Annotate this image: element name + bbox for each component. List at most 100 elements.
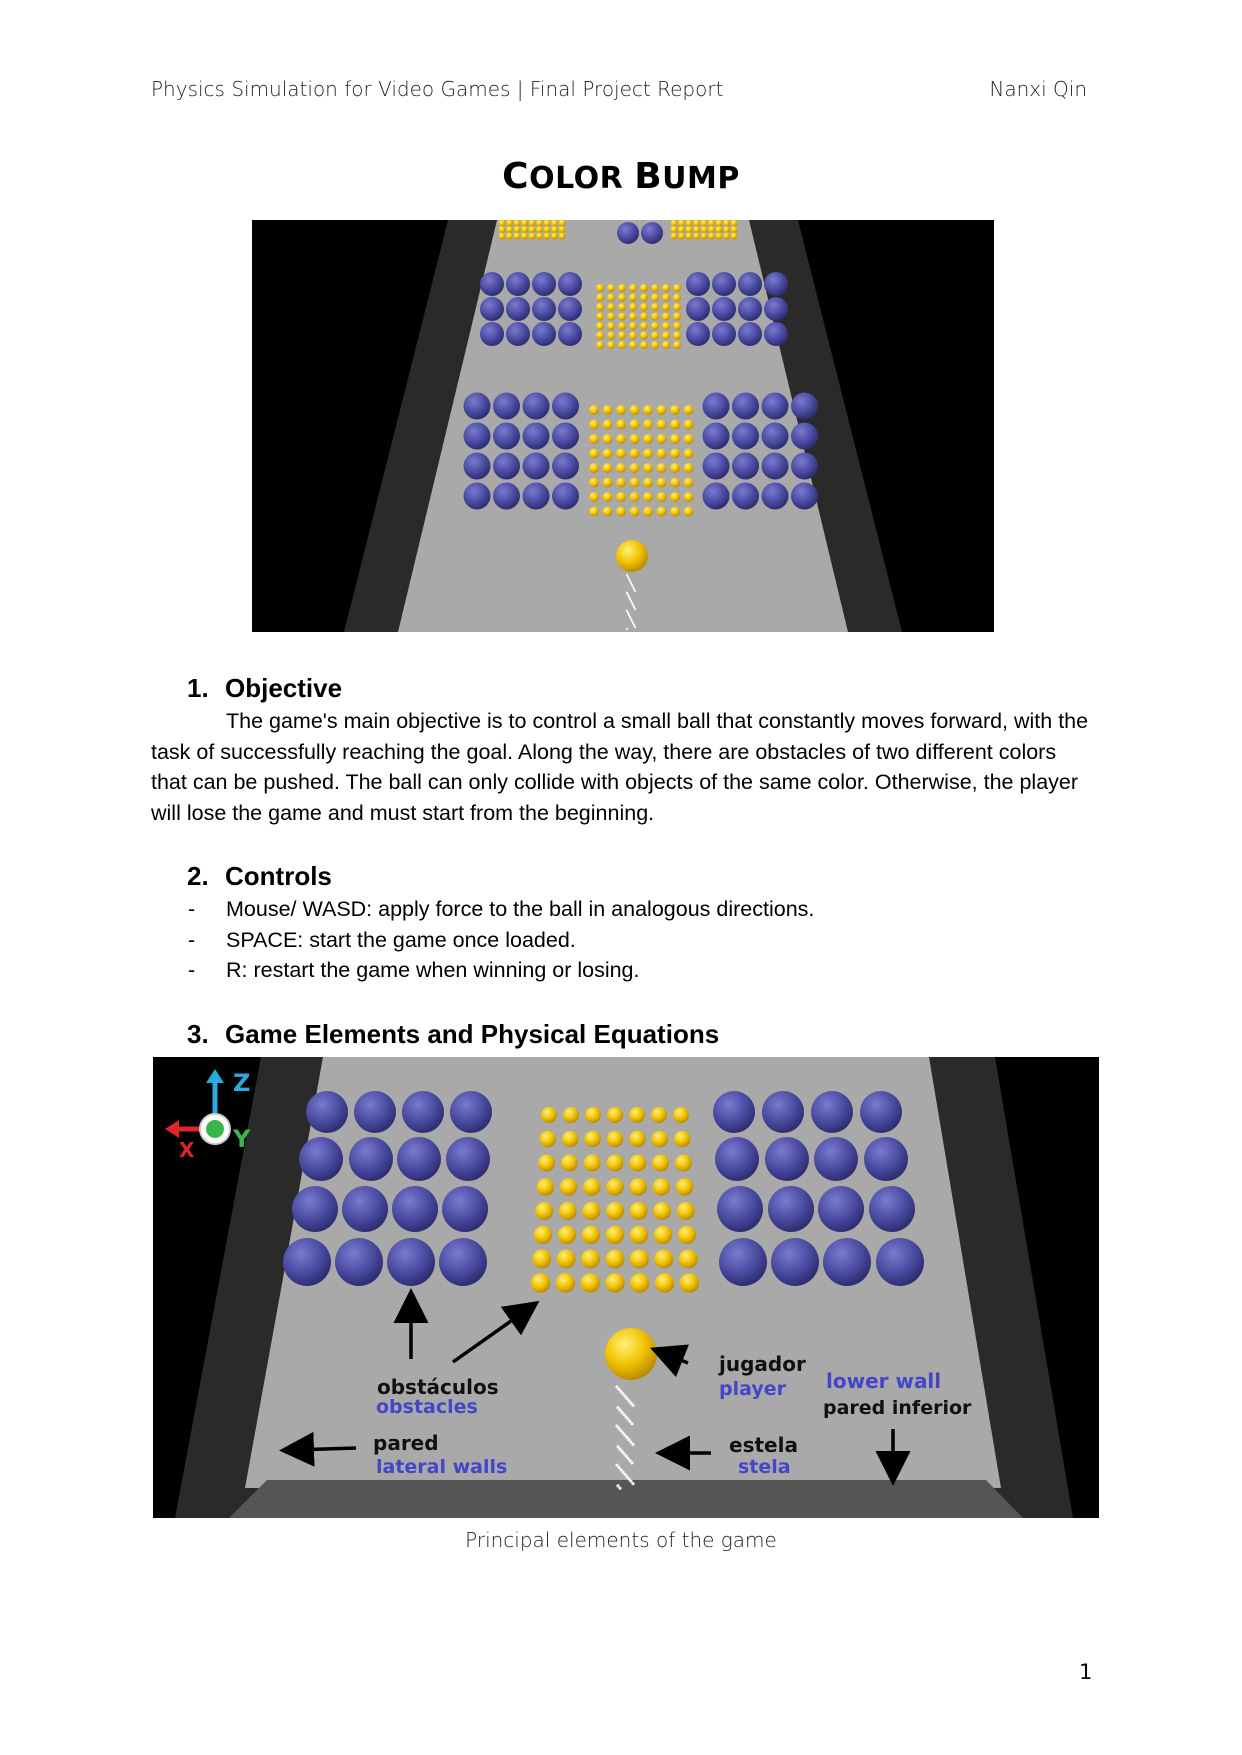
title-cap-2: B bbox=[634, 156, 663, 197]
player-ball bbox=[616, 540, 648, 572]
blue-ball bbox=[712, 272, 736, 296]
small-yellow-ball bbox=[643, 492, 653, 502]
section-heading-objective: 1. Objective bbox=[187, 673, 343, 703]
small-yellow-ball bbox=[528, 226, 536, 233]
page-title: COLOR BUMP bbox=[0, 156, 1242, 197]
blue-ball bbox=[702, 392, 730, 420]
small-yellow-ball bbox=[629, 492, 640, 502]
small-yellow-ball bbox=[629, 434, 640, 444]
small-yellow-ball bbox=[532, 1249, 552, 1269]
small-yellow-ball bbox=[662, 322, 670, 330]
section-heading-game-elements: 3. Game Elements and Physical Equations bbox=[187, 1019, 720, 1049]
lower-wall bbox=[229, 1480, 1023, 1518]
small-yellow-ball bbox=[558, 232, 566, 240]
blue-ball bbox=[506, 322, 530, 346]
small-yellow-ball bbox=[521, 226, 528, 233]
blue-ball bbox=[506, 272, 530, 296]
small-yellow-ball bbox=[629, 312, 637, 321]
small-yellow-ball bbox=[606, 1154, 624, 1172]
small-yellow-ball bbox=[643, 506, 653, 517]
small-yellow-ball bbox=[640, 284, 648, 292]
small-yellow-ball bbox=[605, 1249, 625, 1269]
small-yellow-ball bbox=[708, 232, 715, 240]
small-yellow-ball bbox=[596, 284, 604, 292]
blue-ball bbox=[558, 272, 582, 296]
blue-ball bbox=[811, 1091, 853, 1133]
label-walls-es: pared bbox=[373, 1431, 439, 1455]
small-yellow-ball bbox=[730, 226, 738, 233]
small-yellow-ball bbox=[541, 1107, 557, 1123]
small-yellow-ball bbox=[513, 226, 521, 233]
blue-ball bbox=[442, 1186, 488, 1232]
axis-label-y: Y bbox=[232, 1125, 251, 1153]
small-yellow-ball bbox=[673, 1130, 691, 1148]
blue-ball bbox=[532, 272, 556, 296]
blue-ball bbox=[342, 1186, 388, 1232]
small-yellow-ball bbox=[673, 293, 681, 302]
small-yellow-ball bbox=[538, 1154, 556, 1172]
page-number: 1 bbox=[1079, 1660, 1093, 1684]
small-yellow-ball bbox=[629, 322, 637, 330]
small-yellow-ball bbox=[662, 312, 670, 321]
blue-ball bbox=[768, 1186, 814, 1232]
small-yellow-ball bbox=[683, 419, 694, 430]
blue-ball bbox=[480, 322, 504, 346]
small-yellow-ball bbox=[616, 419, 626, 430]
blue-ball bbox=[335, 1238, 383, 1286]
small-yellow-ball bbox=[530, 1273, 551, 1293]
small-yellow-ball bbox=[643, 405, 653, 415]
blue-ball bbox=[876, 1238, 924, 1286]
label-lower-wall-es: pared inferior bbox=[823, 1397, 972, 1419]
small-yellow-ball bbox=[580, 1273, 600, 1293]
blue-ball bbox=[717, 1186, 763, 1232]
controls-list: - Mouse/ WASD: apply force to the ball in… bbox=[188, 894, 814, 986]
small-yellow-ball bbox=[693, 226, 700, 233]
blue-ball bbox=[493, 482, 520, 510]
blue-ball bbox=[439, 1238, 487, 1286]
small-yellow-ball bbox=[606, 1202, 624, 1220]
small-yellow-ball bbox=[683, 448, 694, 459]
blue-ball bbox=[446, 1137, 490, 1181]
small-yellow-ball bbox=[535, 1202, 554, 1220]
small-yellow-ball bbox=[589, 492, 599, 502]
blue-ball bbox=[791, 422, 818, 450]
blue-ball bbox=[480, 272, 504, 296]
small-yellow-ball bbox=[618, 331, 626, 340]
list-item: - SPACE: start the game once loaded. bbox=[188, 927, 576, 952]
blue-ball bbox=[761, 482, 789, 510]
blue-ball bbox=[764, 322, 788, 346]
blue-ball bbox=[860, 1091, 902, 1133]
small-yellow-ball bbox=[629, 1130, 646, 1148]
small-yellow-ball bbox=[654, 1249, 674, 1269]
small-yellow-ball bbox=[683, 506, 694, 517]
small-yellow-ball bbox=[629, 1178, 647, 1196]
small-yellow-ball bbox=[723, 226, 730, 233]
blue-ball bbox=[552, 422, 579, 450]
blue-ball bbox=[702, 452, 730, 480]
label-lower-wall-en: lower wall bbox=[826, 1369, 941, 1393]
small-yellow-ball bbox=[551, 232, 558, 240]
small-yellow-ball bbox=[618, 293, 626, 302]
small-yellow-ball bbox=[607, 293, 615, 302]
small-yellow-ball bbox=[589, 405, 599, 415]
label-player-en: player bbox=[719, 1378, 787, 1400]
blue-ball bbox=[712, 297, 736, 321]
blue-ball bbox=[283, 1238, 331, 1286]
small-yellow-ball bbox=[602, 448, 613, 459]
small-yellow-ball bbox=[607, 284, 615, 292]
blue-ball bbox=[818, 1186, 864, 1232]
small-yellow-ball bbox=[656, 434, 667, 444]
small-yellow-ball bbox=[629, 284, 637, 292]
blue-ball bbox=[387, 1238, 435, 1286]
small-yellow-ball bbox=[513, 232, 521, 240]
blue-ball bbox=[719, 1238, 767, 1286]
blue-ball bbox=[450, 1091, 492, 1133]
section-heading-controls: 2. Controls bbox=[187, 861, 332, 891]
trail-dot bbox=[625, 627, 629, 631]
blue-ball bbox=[761, 392, 789, 420]
blue-ball bbox=[306, 1091, 348, 1133]
small-yellow-ball bbox=[723, 232, 730, 240]
small-yellow-ball bbox=[629, 1249, 649, 1269]
small-yellow-ball bbox=[551, 226, 558, 233]
blue-ball bbox=[402, 1091, 444, 1133]
